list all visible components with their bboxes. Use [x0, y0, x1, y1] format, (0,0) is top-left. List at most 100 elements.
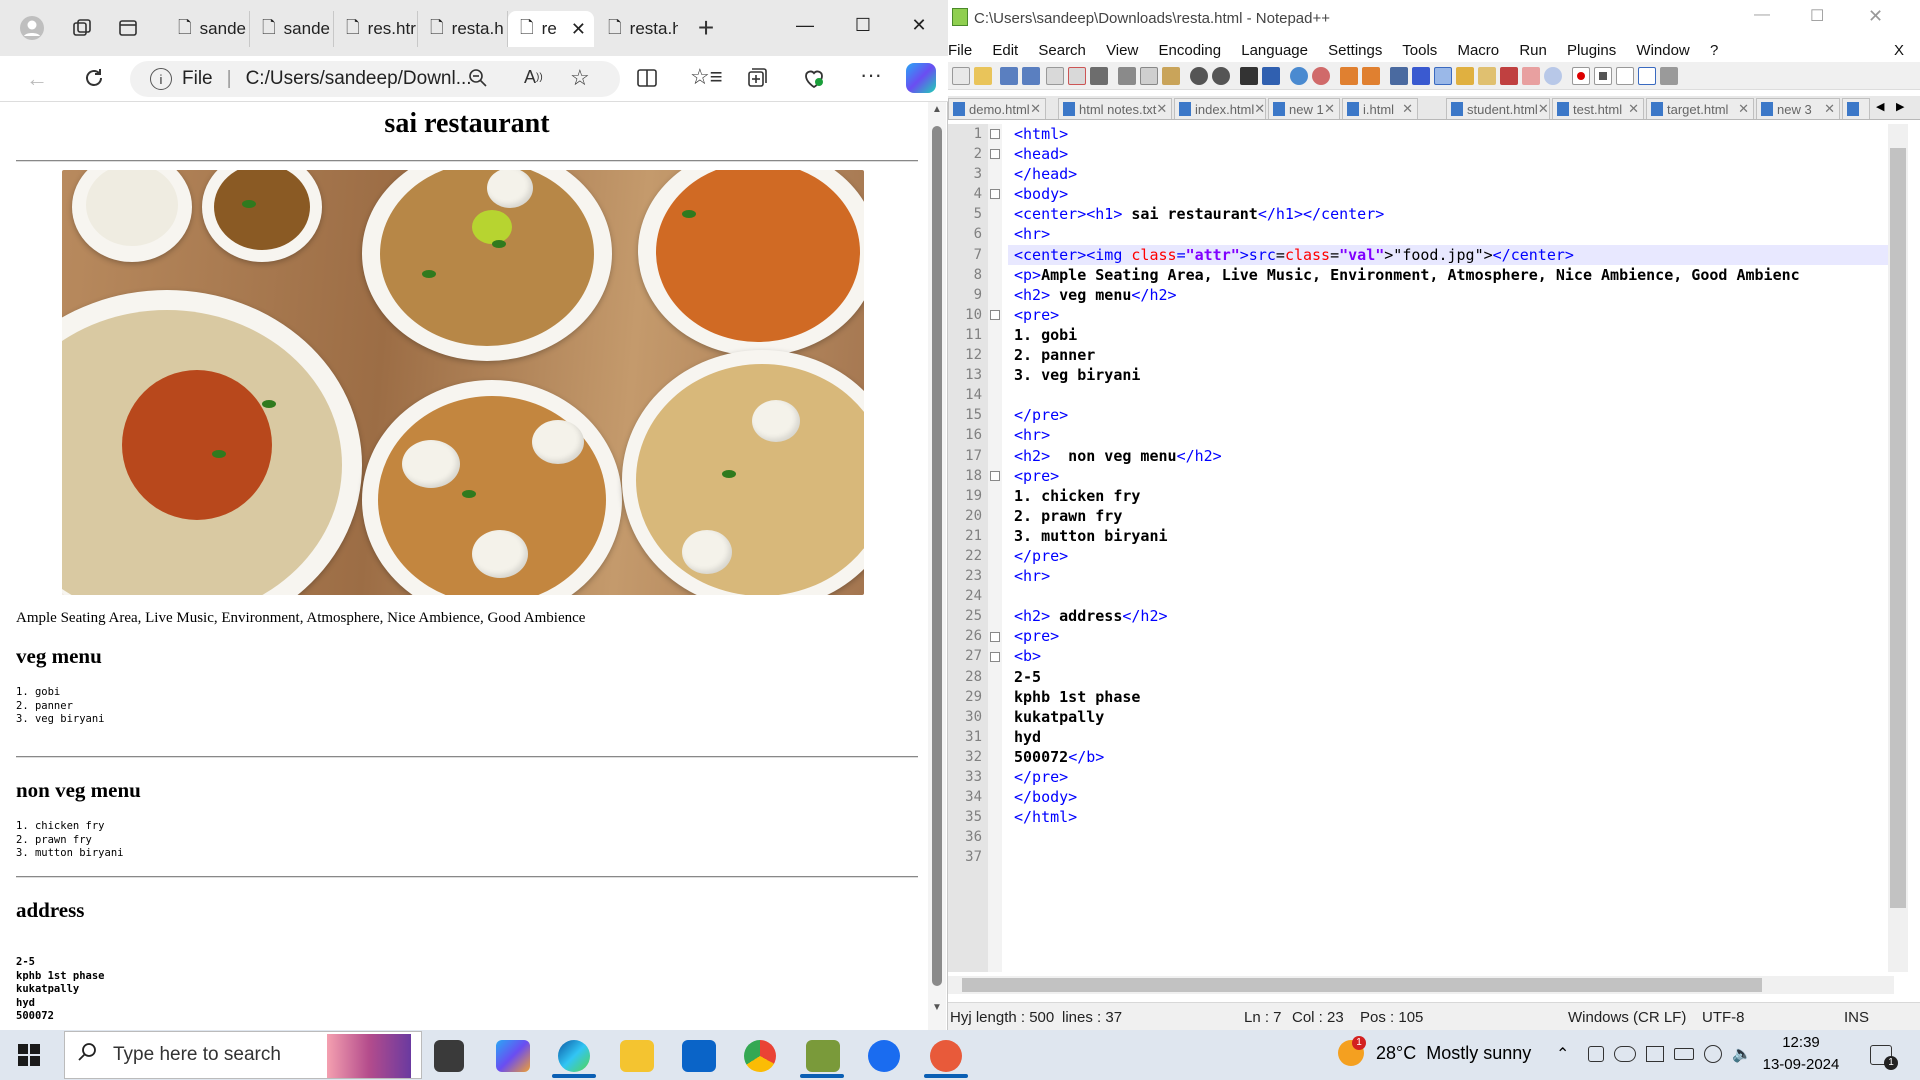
code-line[interactable]: <b> — [1008, 646, 1894, 666]
code-editor[interactable]: <html> <head> </head> <body> <center><h1> sa… — [1008, 124, 1894, 972]
sync-horizontal-icon[interactable] — [1362, 67, 1380, 85]
code-line[interactable]: </pre> — [1008, 767, 1894, 787]
task-view-icon[interactable] — [434, 1040, 464, 1072]
stop-macro-icon[interactable] — [1594, 67, 1612, 85]
menu-macro[interactable]: Macro — [1457, 42, 1499, 59]
show-all-characters-icon[interactable] — [1412, 67, 1430, 85]
back-icon[interactable]: ← — [24, 66, 50, 92]
code-line[interactable]: <p>Ample Seating Area, Live Music, Envir… — [1008, 265, 1894, 285]
new-file-icon[interactable] — [952, 67, 970, 85]
cut-icon[interactable] — [1118, 67, 1136, 85]
code-line[interactable]: </body> — [1008, 787, 1894, 807]
doc-tab[interactable]: student.html ✕ — [1446, 98, 1550, 119]
clock-time[interactable]: 12:39 — [1768, 1034, 1834, 1051]
maximize-icon[interactable]: ☐ — [834, 0, 892, 50]
security-icon[interactable] — [1646, 1046, 1664, 1062]
code-line[interactable]: 2. prawn fry — [1008, 506, 1894, 526]
onedrive-icon[interactable] — [1614, 1046, 1636, 1062]
chrome-icon[interactable] — [744, 1040, 776, 1072]
close-file-icon[interactable] — [1046, 67, 1064, 85]
save-macro-icon[interactable] — [1660, 67, 1678, 85]
menu-tools[interactable]: Tools — [1402, 42, 1437, 59]
code-line[interactable]: <html> — [1008, 124, 1894, 144]
menu-encoding[interactable]: Encoding — [1159, 42, 1222, 59]
fold-toggle-icon[interactable] — [990, 189, 1000, 200]
profile-icon[interactable] — [12, 8, 52, 48]
code-line[interactable] — [1008, 385, 1894, 405]
new-tab-icon[interactable]: + — [686, 8, 726, 48]
code-line[interactable]: 3. mutton biryani — [1008, 526, 1894, 546]
code-line[interactable]: <hr> — [1008, 566, 1894, 586]
close-tab-icon[interactable]: ✕ — [1324, 101, 1335, 117]
close-tab-icon[interactable]: ✕ — [1538, 101, 1549, 117]
undo-icon[interactable] — [1190, 67, 1208, 85]
show-hidden-icons-icon[interactable]: ⌃ — [1556, 1044, 1569, 1064]
function-list-icon[interactable] — [1478, 67, 1496, 85]
close-document-icon[interactable]: X — [1894, 42, 1904, 59]
close-tab-icon[interactable]: ✕ — [1156, 101, 1167, 117]
doc-tab[interactable]: new 1 ✕ — [1268, 98, 1340, 119]
browser-tab[interactable]: 🗋 resta.h — [418, 11, 508, 47]
browser-tab[interactable]: 🗋 res.htr — [334, 11, 418, 47]
close-tab-icon[interactable]: ✕ — [1402, 101, 1413, 117]
browser-tab[interactable]: 🗋 resta.h — [596, 11, 678, 47]
code-line[interactable] — [1008, 586, 1894, 606]
split-screen-icon[interactable] — [636, 67, 658, 89]
minimize-icon[interactable]: — — [776, 0, 834, 50]
browser-tab[interactable]: 🗋 sande — [166, 11, 250, 47]
code-line[interactable] — [1008, 847, 1894, 867]
menu-window[interactable]: Window — [1636, 42, 1689, 59]
battery-icon[interactable] — [1674, 1048, 1694, 1060]
zoom-app-icon[interactable] — [868, 1040, 900, 1072]
sync-vertical-icon[interactable] — [1340, 67, 1358, 85]
document-map-icon[interactable] — [1456, 67, 1474, 85]
scroll-tabs-left-icon[interactable]: ◀ — [1876, 100, 1884, 113]
code-line[interactable]: </head> — [1008, 164, 1894, 184]
code-line[interactable]: <center><h1> sai restaurant</h1></center… — [1008, 204, 1894, 224]
doc-tab[interactable]: html notes.txt ✕ — [1058, 98, 1172, 119]
paste-icon[interactable] — [1162, 67, 1180, 85]
menu-run[interactable]: Run — [1519, 42, 1547, 59]
save-icon[interactable] — [1000, 67, 1018, 85]
tab-actions-icon[interactable] — [108, 8, 148, 48]
find-icon[interactable] — [1240, 67, 1258, 85]
meet-now-icon[interactable] — [1588, 1046, 1604, 1062]
print-icon[interactable] — [1090, 67, 1108, 85]
code-line[interactable]: <h2> non veg menu</h2> — [1008, 446, 1894, 466]
redo-icon[interactable] — [1212, 67, 1230, 85]
edge-taskbar-icon[interactable] — [558, 1040, 590, 1072]
page-scrollbar[interactable]: ▲ ▼ — [928, 102, 946, 1030]
close-tab-icon[interactable]: ✕ — [1254, 101, 1265, 117]
close-tab-icon[interactable]: ✕ — [1738, 101, 1749, 117]
scroll-thumb[interactable] — [962, 978, 1762, 992]
close-tab-icon[interactable]: ✕ — [1030, 101, 1041, 117]
menu-file[interactable]: File — [948, 42, 972, 59]
favorites-icon[interactable]: ☆≡ — [690, 64, 723, 90]
doc-tab[interactable] — [1842, 98, 1870, 119]
file-explorer-icon[interactable] — [620, 1040, 654, 1072]
menu-settings[interactable]: Settings — [1328, 42, 1382, 59]
more-options-icon[interactable]: ··· — [860, 62, 882, 88]
scroll-thumb[interactable] — [1890, 148, 1906, 908]
mail-icon[interactable] — [682, 1040, 716, 1072]
close-window-icon[interactable]: ✕ — [890, 0, 948, 50]
code-line[interactable]: <pre> — [1008, 466, 1894, 486]
zoom-out-icon[interactable] — [1312, 67, 1330, 85]
menu-language[interactable]: Language — [1241, 42, 1308, 59]
code-line[interactable]: <h2> veg menu</h2> — [1008, 285, 1894, 305]
code-line[interactable]: </pre> — [1008, 546, 1894, 566]
favorite-star-icon[interactable]: ☆ — [570, 65, 590, 91]
collections-icon[interactable] — [746, 67, 768, 89]
play-macro-multiple-icon[interactable] — [1638, 67, 1656, 85]
doc-tab[interactable]: demo.html ✕ — [948, 98, 1046, 119]
browser-tab-active[interactable]: 🗋 re ✕ — [508, 11, 594, 47]
close-tab-icon[interactable]: ✕ — [571, 19, 586, 40]
code-line[interactable]: <pre> — [1008, 626, 1894, 646]
replace-icon[interactable] — [1262, 67, 1280, 85]
code-line[interactable]: <pre> — [1008, 305, 1894, 325]
code-line[interactable]: </pre> — [1008, 405, 1894, 425]
code-line[interactable]: kukatpally — [1008, 707, 1894, 727]
code-line[interactable]: kphb 1st phase — [1008, 687, 1894, 707]
code-line[interactable]: 1. gobi — [1008, 325, 1894, 345]
info-icon[interactable]: i — [150, 68, 172, 90]
